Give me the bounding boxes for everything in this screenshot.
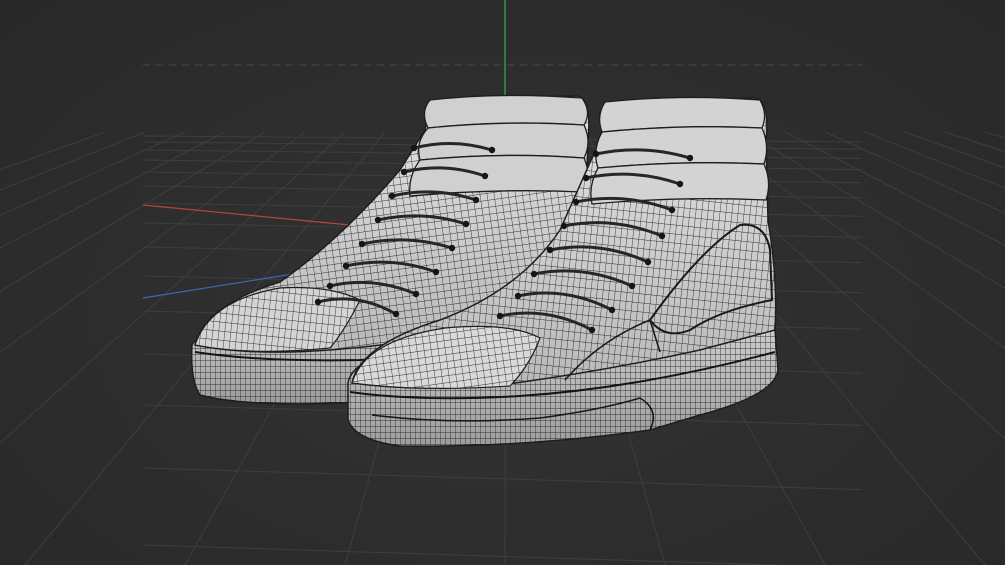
eyelet xyxy=(676,180,684,188)
eyelet xyxy=(388,192,396,200)
eyelet xyxy=(410,144,418,152)
eyelet xyxy=(342,262,350,270)
eyelet xyxy=(514,292,522,300)
grid-line-depth xyxy=(984,131,1005,139)
grid-line-depth xyxy=(0,131,106,171)
eyelet xyxy=(432,268,440,276)
eyelet xyxy=(496,312,504,320)
eyelet xyxy=(326,282,334,290)
eyelet xyxy=(392,310,400,318)
eyelet xyxy=(448,244,456,252)
3d-viewport[interactable] xyxy=(0,0,1005,565)
eyelet xyxy=(546,246,554,254)
grid-line-horizontal xyxy=(142,467,863,491)
eyelet xyxy=(462,220,470,228)
eyelet xyxy=(530,270,538,278)
eyelet xyxy=(582,174,590,182)
sneaker-left-collar xyxy=(409,94,589,197)
eyelet xyxy=(686,154,694,162)
eyelet xyxy=(412,290,420,298)
eyelet xyxy=(488,146,496,154)
eyelet xyxy=(560,222,568,230)
eyelet xyxy=(588,326,596,334)
eyelet xyxy=(644,258,652,266)
eyelet xyxy=(608,306,616,314)
eyelet xyxy=(481,172,489,180)
grid-line-horizontal xyxy=(142,544,790,565)
eyelet xyxy=(358,240,366,248)
grid-line-depth xyxy=(904,131,1005,169)
eyelet xyxy=(400,168,408,176)
eyelet xyxy=(628,282,636,290)
eyelet xyxy=(314,298,322,306)
grid-line-depth xyxy=(944,131,1005,153)
eyelet xyxy=(572,198,580,206)
grid-line-depth xyxy=(864,131,1005,189)
eyelet xyxy=(592,150,600,158)
eyelet xyxy=(374,216,382,224)
eyelet xyxy=(472,196,480,204)
eyelet xyxy=(668,206,676,214)
eyelet xyxy=(658,232,666,240)
grid-line-depth xyxy=(0,131,146,191)
grid-line-depth xyxy=(824,131,1005,214)
